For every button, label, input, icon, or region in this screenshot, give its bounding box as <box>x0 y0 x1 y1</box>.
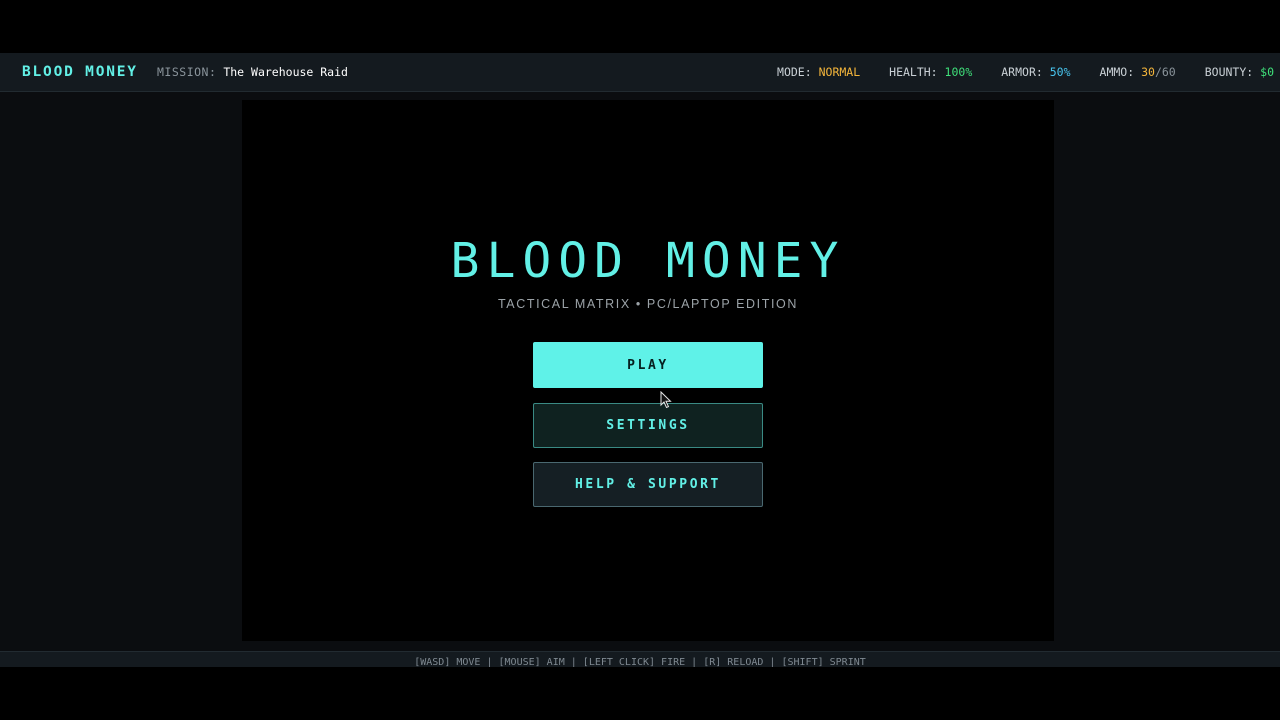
bounty-stat: BOUNTY: $0 <box>1205 65 1274 79</box>
settings-button[interactable]: SETTINGS <box>533 403 763 448</box>
mission-value: The Warehouse Raid <box>223 65 348 79</box>
controls-footer: [WASD] MOVE | [MOUSE] AIM | [LEFT CLICK]… <box>0 651 1280 667</box>
mission-info: MISSION: The Warehouse Raid <box>157 65 348 79</box>
play-button[interactable]: PLAY <box>533 342 763 388</box>
ammo-label: AMMO: <box>1099 65 1135 79</box>
mode-label: MODE: <box>777 65 812 79</box>
bounty-value: $0 <box>1260 65 1274 79</box>
hud-brand: BLOOD MONEY <box>22 64 138 80</box>
game-viewport: BLOOD MONEY MISSION: The Warehouse Raid … <box>0 53 1280 667</box>
main-menu-stage: BLOOD MONEY TACTICAL MATRIX • PC/LAPTOP … <box>242 100 1054 641</box>
ammo-separator: / <box>1154 65 1162 79</box>
mode-stat: MODE: NORMAL <box>777 65 860 79</box>
armor-label: ARMOR: <box>1001 65 1043 79</box>
health-stat: HEALTH: 100% <box>889 65 972 79</box>
bounty-label: BOUNTY: <box>1204 65 1254 79</box>
hud-stats: MODE: NORMAL HEALTH: 100% ARMOR: 50% AMM… <box>748 65 1274 79</box>
armor-value: 50% <box>1049 65 1071 79</box>
mouse-pointer-icon <box>660 391 672 409</box>
ammo-stat: AMMO: 30/60 <box>1100 65 1176 79</box>
health-label: HEALTH: <box>889 65 938 79</box>
ammo-current: 30 <box>1141 65 1155 79</box>
health-value: 100% <box>944 65 973 79</box>
game-title: BLOOD MONEY <box>450 233 846 289</box>
help-support-button[interactable]: HELP & SUPPORT <box>533 462 763 507</box>
mission-label: MISSION: <box>157 65 217 79</box>
mode-value: NORMAL <box>818 65 861 79</box>
game-subtitle: TACTICAL MATRIX • PC/LAPTOP EDITION <box>498 297 798 311</box>
ammo-max: 60 <box>1161 65 1176 79</box>
armor-stat: ARMOR: 50% <box>1001 65 1070 79</box>
hud-top-bar: BLOOD MONEY MISSION: The Warehouse Raid … <box>0 53 1280 92</box>
